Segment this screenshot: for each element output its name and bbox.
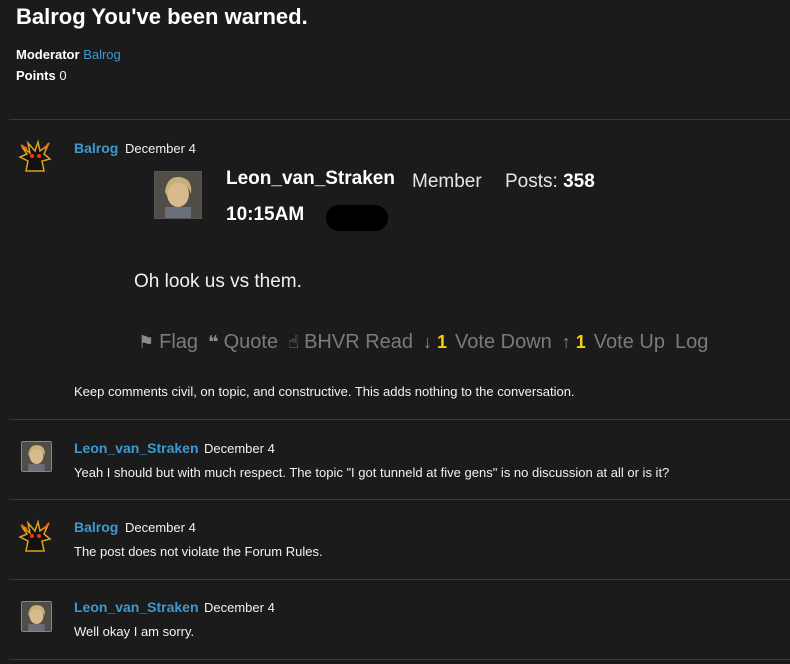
- vote-up-action: ↑ 1 Vote Up: [562, 331, 665, 354]
- comment-date[interactable]: December 4: [204, 441, 275, 456]
- quote-label: Quote: [223, 331, 279, 353]
- quoted-author-name: Leon_van_Straken: [226, 168, 395, 189]
- divider: [9, 499, 790, 500]
- moderator-label: Moderator: [16, 47, 80, 62]
- comment-date[interactable]: December 4: [125, 520, 196, 535]
- arrow-down-icon: ↓: [423, 332, 433, 352]
- moderator-line: Moderator Balrog: [16, 47, 121, 62]
- balrog-avatar-icon[interactable]: [18, 139, 52, 173]
- posts-label: Posts:: [505, 171, 558, 192]
- points-value: 0: [59, 68, 67, 83]
- flag-action: ⚑ Flag: [138, 331, 198, 354]
- leon-avatar-icon[interactable]: [21, 601, 52, 632]
- quoted-text: Oh look us vs them.: [134, 271, 302, 292]
- divider: [9, 579, 790, 580]
- quote-action: ❝ Quote: [208, 331, 278, 354]
- flag-icon: ⚑: [138, 332, 155, 352]
- comment-author-link[interactable]: Leon_van_Straken: [74, 599, 199, 615]
- vote-down-count: 1: [437, 332, 448, 352]
- points-label: Points: [16, 68, 56, 83]
- comment-author-link[interactable]: Balrog: [74, 140, 118, 156]
- quoted-time: 10:15AM: [226, 204, 305, 225]
- comment-body: Yeah I should but with much respect. The…: [74, 465, 670, 480]
- log-action: Log: [675, 331, 708, 354]
- vote-down-action: ↓ 1 Vote Down: [423, 331, 552, 354]
- vote-down-label: Vote Down: [455, 331, 552, 353]
- divider: [9, 119, 790, 120]
- quoted-author-role: Member: [412, 171, 482, 192]
- leon-avatar-icon: [154, 171, 202, 219]
- points-line: Points 0: [16, 68, 67, 83]
- bhvr-read-action: ☝ BHVR Read: [288, 331, 413, 354]
- discussion-title: Balrog You've been warned.: [16, 4, 308, 29]
- divider: [9, 659, 790, 660]
- divider: [9, 419, 790, 420]
- comment-author-link[interactable]: Balrog: [74, 519, 118, 535]
- bhvr-read-label: BHVR Read: [304, 331, 414, 353]
- comment-date[interactable]: December 4: [125, 141, 196, 156]
- quote-icon: ❝: [208, 332, 219, 352]
- redaction-mark: [326, 205, 388, 231]
- comment-body: Keep comments civil, on topic, and const…: [74, 384, 575, 399]
- comment-author-link[interactable]: Leon_van_Straken: [74, 440, 199, 456]
- comment-date[interactable]: December 4: [204, 600, 275, 615]
- comment-body: Well okay I am sorry.: [74, 624, 195, 639]
- posts-value: 358: [563, 171, 595, 192]
- vote-up-label: Vote Up: [593, 331, 665, 353]
- leon-avatar-icon[interactable]: [21, 441, 52, 472]
- quoted-action-bar: ⚑ Flag ❝ Quote ☝ BHVR Read ↓ 1 Vote Down…: [138, 331, 718, 354]
- hand-icon: ☝: [288, 332, 300, 352]
- moderator-name-link[interactable]: Balrog: [83, 47, 121, 62]
- balrog-avatar-icon[interactable]: [18, 519, 52, 553]
- comment-body: The post does not violate the Forum Rule…: [74, 544, 323, 559]
- log-label: Log: [674, 331, 709, 353]
- arrow-up-icon: ↑: [561, 332, 571, 352]
- flag-label: Flag: [159, 331, 199, 353]
- vote-up-count: 1: [575, 332, 586, 352]
- quoted-post-count: Posts: 358: [505, 171, 595, 193]
